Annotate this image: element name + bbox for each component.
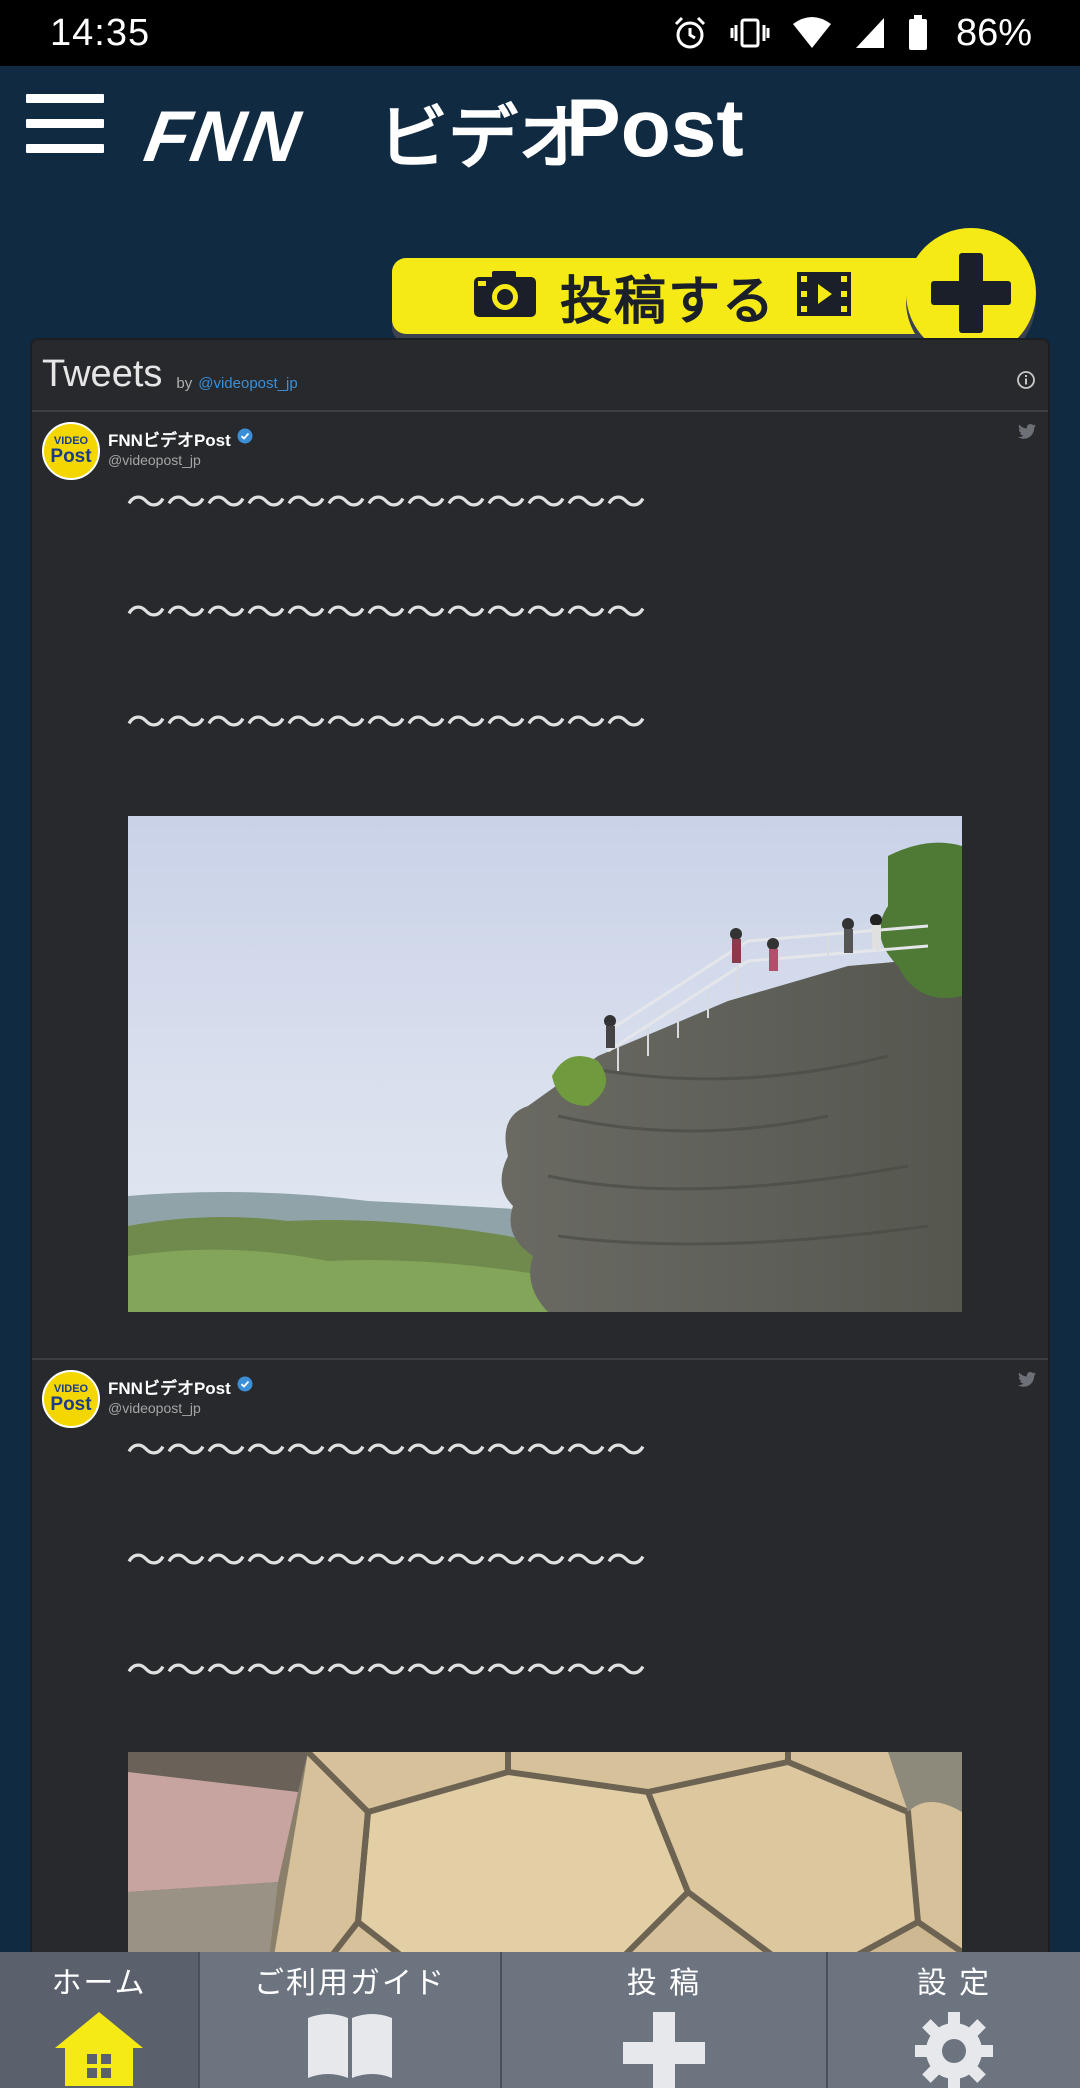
home-icon <box>53 2010 145 2088</box>
info-icon[interactable] <box>1016 370 1036 395</box>
verified-badge-icon <box>237 1376 253 1397</box>
nav-post[interactable]: 投 稿 <box>502 1952 828 2088</box>
avatar-text-bottom: Post <box>50 1394 92 1415</box>
logo-post-text: Post <box>566 83 744 174</box>
wifi-icon <box>792 16 832 50</box>
post-button-bar: 投稿する <box>392 258 952 334</box>
plus-icon <box>621 2010 707 2088</box>
avatar-text-bottom: Post <box>50 446 92 467</box>
cliff-landscape-photo[interactable] <box>128 816 962 1312</box>
gear-icon <box>913 2010 995 2088</box>
nav-guide-label: ご利用ガイド <box>254 1967 446 2000</box>
logo-fnn-text: FNN <box>138 97 308 177</box>
nav-guide[interactable]: ご利用ガイド <box>200 1952 502 2088</box>
twitter-bird-icon[interactable] <box>1018 424 1036 444</box>
tweets-header: Tweets by @videopost_jp <box>32 340 1048 412</box>
bottom-navigation: ホーム ご利用ガイド 投 稿 設 定 <box>0 1952 1080 2088</box>
nav-post-label: 投 稿 <box>626 1967 702 2000</box>
nav-home[interactable]: ホーム <box>0 1952 200 2088</box>
status-time: 14:35 <box>50 11 151 54</box>
tweet-text-line: 〜〜〜〜〜〜〜〜〜〜〜〜〜 <box>126 700 646 746</box>
tweet-text-line: 〜〜〜〜〜〜〜〜〜〜〜〜〜 <box>126 1648 646 1694</box>
menu-icon[interactable] <box>26 94 106 158</box>
tweet-text-line: 〜〜〜〜〜〜〜〜〜〜〜〜〜 <box>126 480 646 526</box>
tweets-handle-link[interactable]: @videopost_jp <box>198 375 297 392</box>
book-icon <box>304 2010 396 2085</box>
film-icon <box>796 271 852 322</box>
battery-percentage: 86% <box>955 11 1032 54</box>
tweets-title: Tweets <box>42 353 163 395</box>
verified-badge-icon <box>237 428 253 449</box>
tweet-text-line: 〜〜〜〜〜〜〜〜〜〜〜〜〜 <box>126 1538 646 1584</box>
status-bar: 14:35 86% <box>0 0 1080 66</box>
tweet-text-line: 〜〜〜〜〜〜〜〜〜〜〜〜〜 <box>126 590 646 636</box>
post-button-label: 投稿する <box>560 272 777 331</box>
alarm-icon <box>672 15 708 51</box>
battery-icon <box>908 15 928 51</box>
tweet-item[interactable]: VIDEO Post FNNビデオPost @videopost_jp 〜〜〜〜… <box>32 412 1048 1360</box>
twitter-bird-icon[interactable] <box>1018 1372 1036 1392</box>
avatar[interactable]: VIDEO Post <box>42 422 100 480</box>
tweets-timeline[interactable]: Tweets by @videopost_jp VIDEO Post FNNビデ… <box>30 338 1050 2018</box>
avatar[interactable]: VIDEO Post <box>42 1370 100 1428</box>
app-header: FNN ビデオ Post 投稿する <box>0 66 1080 358</box>
signal-icon <box>854 16 886 50</box>
nav-settings[interactable]: 設 定 <box>828 1952 1080 2088</box>
nav-home-label: ホーム <box>51 1967 147 2000</box>
tweets-by-label: by <box>176 375 193 392</box>
tweet-item[interactable]: VIDEO Post FNNビデオPost @videopost_jp 〜〜〜〜… <box>32 1360 1048 2016</box>
nav-settings-label: 設 定 <box>916 1967 992 2000</box>
status-icons: 86% <box>672 12 1032 55</box>
tweet-text-line: 〜〜〜〜〜〜〜〜〜〜〜〜〜 <box>126 1428 646 1474</box>
camera-icon <box>472 269 538 324</box>
vibrate-icon <box>730 15 770 51</box>
